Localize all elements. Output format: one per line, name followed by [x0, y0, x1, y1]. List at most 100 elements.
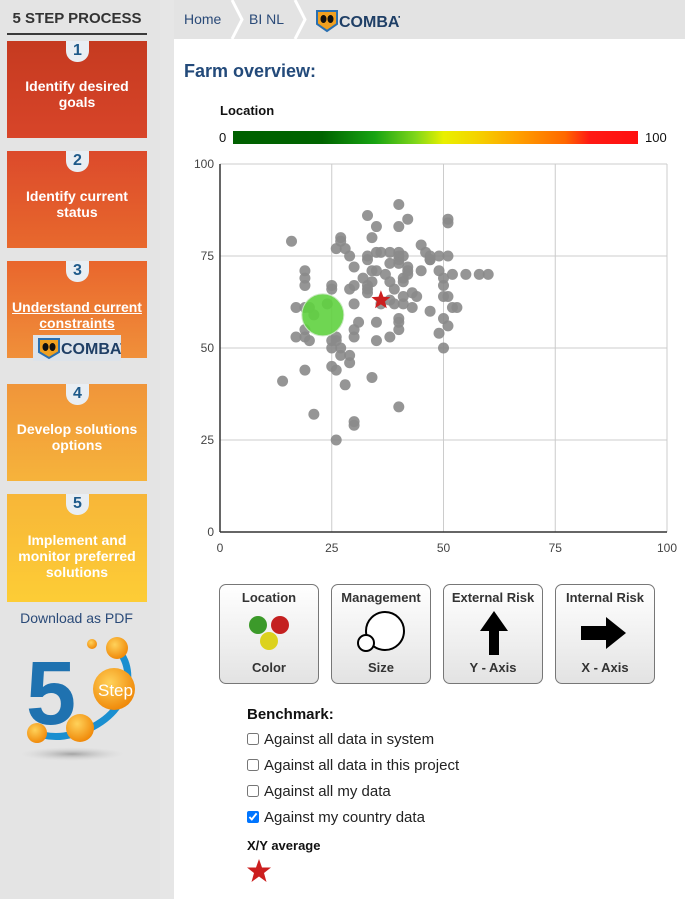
sidebar: 5 STEP PROCESS 1 Identify desired goals …	[0, 0, 160, 899]
internal-risk-x-axis-button[interactable]: Internal Risk X - Axis	[555, 584, 655, 684]
combat-logo[interactable]: COMBAT	[315, 9, 400, 33]
data-point	[348, 279, 360, 291]
breadcrumb-separator-icon	[293, 0, 307, 39]
arrow-up-icon	[480, 611, 508, 655]
data-point	[326, 283, 338, 295]
step-4-button[interactable]: 4 Develop solutions options	[7, 384, 147, 481]
data-point	[330, 434, 342, 446]
data-point	[339, 379, 351, 391]
step-3-button[interactable]: 3 Understand current constraints COMBAT	[7, 261, 147, 361]
control-caption: Size	[367, 660, 394, 675]
data-point	[393, 401, 405, 413]
data-point	[366, 232, 378, 244]
checkbox[interactable]	[247, 759, 259, 771]
data-point	[442, 250, 454, 262]
breadcrumb: Home BI NL COMBAT	[174, 0, 685, 39]
x-tick-label: 25	[325, 541, 339, 555]
color-legend-max: 100	[645, 130, 667, 145]
breadcrumb-project[interactable]: BI NL	[249, 11, 284, 27]
chart-ticks: 0 25 50 75 100 0 25 50 75 100	[194, 157, 677, 555]
control-title: Internal Risk	[565, 590, 645, 605]
scatter-chart: 0 25 50 75 100 0 25 50 75 100	[194, 157, 677, 555]
checkbox[interactable]	[247, 811, 259, 823]
highlighted-farm-point	[301, 293, 345, 337]
page-title: Farm overview:	[184, 61, 317, 81]
x-tick-label: 100	[657, 541, 677, 555]
data-point	[348, 419, 360, 431]
checkbox[interactable]	[247, 733, 259, 745]
data-point	[451, 302, 463, 314]
step-label: Implement and monitor preferred solution…	[18, 532, 136, 580]
step-number: 1	[66, 41, 89, 62]
data-point	[286, 235, 298, 247]
benchmark-option-project[interactable]: Against all data in this project	[247, 757, 459, 774]
data-point	[299, 364, 311, 376]
circles-size-icon	[357, 611, 405, 652]
data-point	[393, 313, 405, 325]
data-point	[388, 283, 400, 295]
data-point	[393, 221, 405, 233]
management-size-button[interactable]: Management Size	[331, 584, 431, 684]
data-point	[438, 279, 449, 291]
control-title: External Risk	[451, 590, 535, 605]
data-point	[442, 290, 454, 302]
location-color-button[interactable]: Location Color	[219, 584, 319, 684]
data-point	[370, 316, 382, 328]
step-5-button[interactable]: 5 Implement and monitor preferred soluti…	[7, 494, 147, 602]
data-point	[370, 221, 382, 233]
data-point	[303, 335, 315, 347]
step-2-button[interactable]: 2 Identify current status	[7, 151, 147, 248]
data-point	[460, 268, 472, 280]
data-point	[348, 298, 360, 310]
data-point	[366, 371, 378, 383]
data-point	[348, 331, 360, 343]
step-number: 5	[66, 494, 89, 515]
option-label: Against all data in system	[264, 731, 435, 748]
main-content: Home BI NL COMBAT Farm overview: Locatio…	[174, 0, 685, 899]
color-legend-title: Location	[220, 103, 275, 118]
benchmark-option-my-data[interactable]: Against all my data	[247, 783, 391, 800]
data-point	[442, 213, 454, 225]
option-label: Against all my data	[264, 783, 391, 800]
breadcrumb-separator-icon	[230, 0, 244, 39]
data-point	[406, 302, 418, 314]
download-pdf-link[interactable]: Download as PDF	[0, 610, 153, 626]
step-label-link[interactable]: Understand current constraints	[11, 299, 143, 331]
y-tick-label: 50	[201, 341, 215, 355]
benchmark-title: Benchmark:	[247, 706, 334, 723]
checkbox[interactable]	[247, 785, 259, 797]
control-title: Location	[241, 590, 297, 605]
data-point	[397, 250, 409, 262]
arrow-right-icon	[581, 617, 626, 649]
data-point	[362, 210, 374, 222]
external-risk-y-axis-button[interactable]: External Risk Y - Axis	[443, 584, 543, 684]
data-point	[415, 265, 427, 277]
data-point	[348, 261, 360, 273]
xy-average-title: X/Y average	[247, 838, 321, 853]
data-point	[424, 305, 436, 317]
data-point	[344, 357, 356, 369]
data-point	[411, 290, 423, 302]
step-label: Identify current status	[26, 188, 128, 220]
data-point	[402, 268, 414, 280]
data-point	[384, 331, 396, 343]
x-tick-label: 50	[437, 541, 451, 555]
data-point	[366, 276, 378, 288]
breadcrumb-home[interactable]: Home	[184, 11, 221, 27]
benchmark-option-system[interactable]: Against all data in system	[247, 731, 434, 748]
benchmark-option-country[interactable]: Against my country data	[247, 809, 425, 826]
step-1-button[interactable]: 1 Identify desired goals	[7, 41, 147, 138]
data-point	[438, 342, 449, 354]
data-point	[299, 279, 311, 291]
data-point	[353, 316, 365, 328]
data-point	[442, 320, 454, 332]
control-caption: Y - Axis	[469, 660, 517, 675]
data-point	[370, 335, 382, 347]
color-legend-min: 0	[219, 130, 227, 145]
data-point	[335, 342, 347, 354]
data-point	[362, 254, 374, 266]
y-tick-label: 25	[201, 433, 215, 447]
step-number: 4	[66, 384, 89, 405]
average-star-icon	[247, 859, 271, 882]
step-label: Develop solutions options	[16, 421, 138, 453]
